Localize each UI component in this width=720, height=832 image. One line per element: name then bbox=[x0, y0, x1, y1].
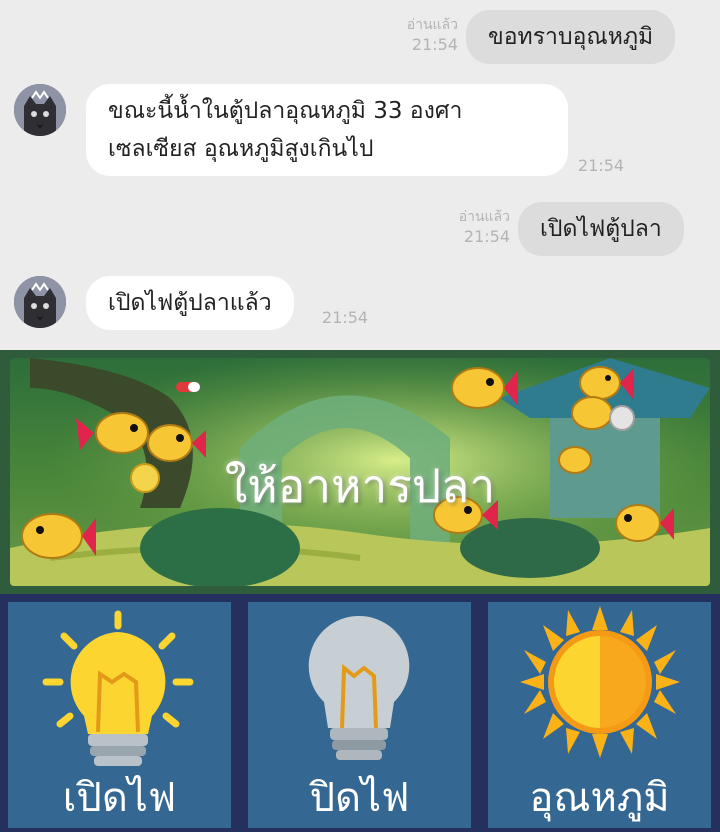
feed-fish-label: ให้อาหารปลา bbox=[224, 459, 496, 513]
message-text-line: เซลเซียส อุณหภูมิสูงเกินไป bbox=[108, 136, 374, 162]
bot-avatar[interactable] bbox=[14, 276, 66, 328]
message-time: 21:54 bbox=[463, 227, 510, 246]
message-text: เปิดไฟตู้ปลาแล้ว bbox=[108, 290, 272, 316]
message-text: ขอทราบอุณหภูมิ bbox=[488, 24, 654, 50]
message-time: 21:54 bbox=[578, 156, 625, 175]
sun-icon bbox=[520, 606, 680, 758]
feed-fish-banner[interactable]: ให้อาหารปลา bbox=[0, 350, 720, 594]
message-time: 21:54 bbox=[322, 308, 369, 327]
outgoing-message-bubble[interactable]: เปิดไฟตู้ปลา bbox=[518, 202, 684, 256]
message-meta: อ่านแล้ว 21:54 bbox=[380, 16, 458, 54]
cat-avatar-icon bbox=[14, 276, 66, 328]
light-off-label: ปิดไฟ bbox=[309, 775, 410, 821]
temperature-button[interactable]: อุณหภูมิ bbox=[488, 602, 711, 828]
light-off-button[interactable]: ปิดไฟ bbox=[248, 602, 471, 828]
message-text-line: ขณะนี้น้ำในตู้ปลาอุณหภูมิ 33 องศา bbox=[108, 98, 463, 124]
read-status: อ่านแล้ว bbox=[458, 209, 510, 225]
outgoing-message-bubble[interactable]: ขอทราบอุณหภูมิ bbox=[466, 10, 676, 64]
temperature-label: อุณหภูมิ bbox=[529, 775, 670, 821]
light-on-label: เปิดไฟ bbox=[62, 775, 177, 821]
cat-avatar-icon bbox=[14, 84, 66, 136]
message-text: เปิดไฟตู้ปลา bbox=[540, 216, 662, 242]
chat-area: อ่านแล้ว 21:54 ขอทราบอุณหภูมิ ขณะนี้น้ำใ… bbox=[0, 0, 720, 350]
control-panel: เปิดไฟ ปิดไฟ อุณหภูมิ bbox=[0, 594, 720, 832]
message-meta: อ่านแล้ว 21:54 bbox=[432, 208, 510, 246]
light-on-button[interactable]: เปิดไฟ bbox=[8, 602, 231, 828]
read-status: อ่านแล้ว bbox=[406, 17, 458, 33]
incoming-message-bubble[interactable]: ขณะนี้น้ำในตู้ปลาอุณหภูมิ 33 องศา เซลเซี… bbox=[86, 84, 568, 176]
message-time: 21:54 bbox=[411, 35, 458, 54]
lightbulb-off-icon bbox=[308, 615, 410, 760]
bot-avatar[interactable] bbox=[14, 84, 66, 136]
incoming-message-bubble[interactable]: เปิดไฟตู้ปลาแล้ว bbox=[86, 276, 294, 330]
lightbulb-on-icon bbox=[42, 610, 194, 766]
